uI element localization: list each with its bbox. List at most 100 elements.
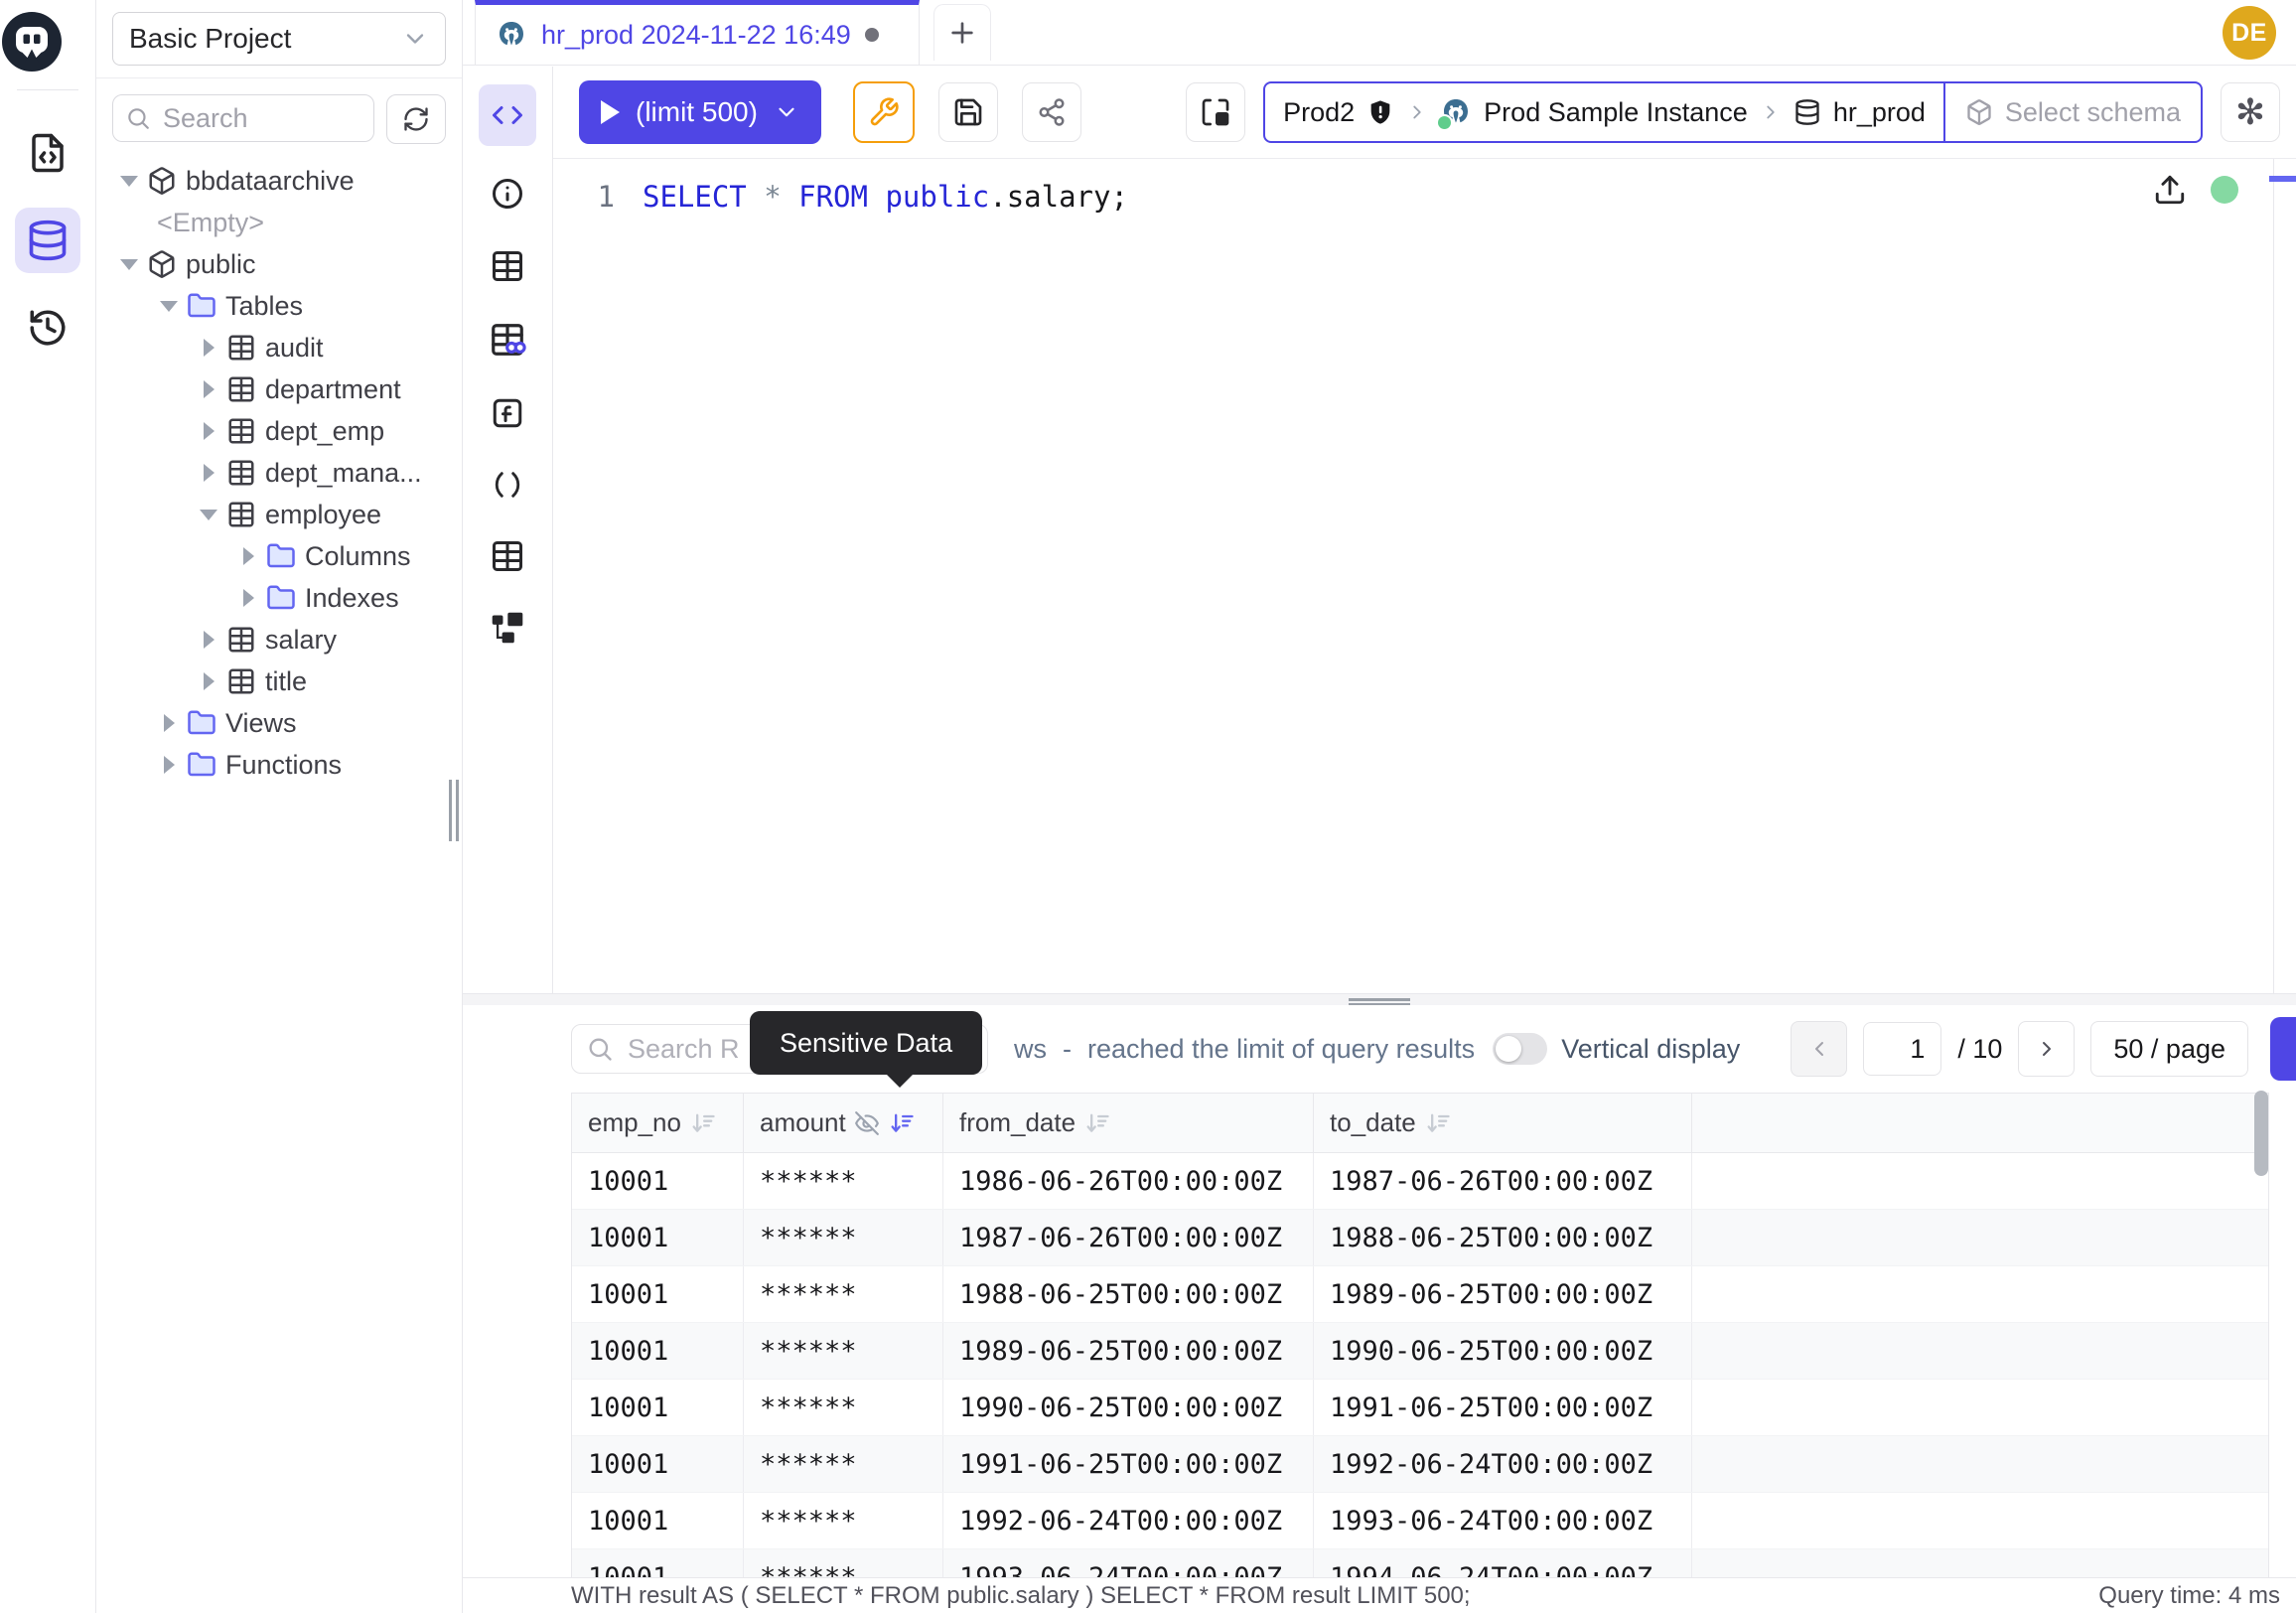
sort-icon[interactable]	[888, 1109, 916, 1137]
tree-item-employee[interactable]: employee	[96, 494, 462, 535]
select-schema-button[interactable]: Select schema	[1943, 83, 2201, 141]
expand-right-arrow[interactable]	[196, 422, 221, 440]
function-icon[interactable]	[490, 395, 525, 431]
table-cell: 10001	[572, 1493, 744, 1548]
admin-wrench-button[interactable]	[853, 81, 915, 143]
tree-item-dept-mana[interactable]: dept_mana...	[96, 452, 462, 494]
chevron-down-icon	[774, 99, 799, 125]
project-selector[interactable]: Basic Project	[112, 12, 446, 66]
tree-item-label: department	[265, 374, 401, 405]
column-header-from_date[interactable]: from_date	[943, 1094, 1314, 1152]
info-icon[interactable]	[490, 176, 525, 212]
ai-assistant-button[interactable]: ✻	[2221, 82, 2280, 142]
run-button-label: (limit 500)	[636, 96, 758, 128]
schema-diagram-icon[interactable]	[491, 611, 524, 645]
tree-item-dept-emp[interactable]: dept_emp	[96, 410, 462, 452]
sort-icon[interactable]	[1083, 1109, 1111, 1137]
table-row[interactable]: 10001******1993-06-24T00:00:00Z1994-06-2…	[572, 1549, 2268, 1577]
chevron-left-icon	[1807, 1037, 1831, 1061]
tree-item-indexes[interactable]: Indexes	[96, 577, 462, 619]
expand-right-arrow[interactable]	[196, 339, 221, 357]
table-icon[interactable]	[490, 248, 525, 284]
table-row[interactable]: 10001******1988-06-25T00:00:00Z1989-06-2…	[572, 1266, 2268, 1323]
user-avatar[interactable]: DE	[2223, 6, 2276, 60]
current-page-input[interactable]: 1	[1863, 1022, 1941, 1076]
tree-item-views[interactable]: Views	[96, 702, 462, 744]
tree-item-tables[interactable]: Tables	[96, 285, 462, 327]
vertical-display-toggle[interactable]	[1493, 1033, 1547, 1065]
tab-hr-prod[interactable]: hr_prod 2024-11-22 16:49	[475, 0, 920, 65]
table-row[interactable]: 10001******1987-06-26T00:00:00Z1988-06-2…	[572, 1210, 2268, 1266]
app-rail	[0, 0, 96, 1613]
worksheet-nav-button[interactable]	[15, 120, 80, 186]
code-view-button[interactable]	[479, 84, 536, 146]
sql-editor[interactable]: 1SELECT * FROM public.salary;	[553, 159, 2296, 993]
table-cell-filler	[1692, 1266, 2268, 1322]
editor-icon-strip	[463, 67, 553, 993]
expand-right-arrow[interactable]	[156, 714, 182, 732]
sort-icon[interactable]	[689, 1109, 717, 1137]
sensitive-data-tooltip: Sensitive Data	[750, 1011, 982, 1075]
column-header-amount[interactable]: amount	[744, 1094, 943, 1152]
upload-icon[interactable]	[2153, 173, 2187, 207]
share-sheet-button[interactable]	[1022, 82, 1081, 142]
tree-item-columns[interactable]: Columns	[96, 535, 462, 577]
table-cell: 1992-06-24T00:00:00Z	[943, 1493, 1314, 1548]
database-nav-button[interactable]	[15, 208, 80, 273]
expand-right-arrow[interactable]	[235, 547, 261, 565]
expand-right-arrow[interactable]	[196, 380, 221, 398]
sort-icon[interactable]	[1424, 1109, 1452, 1137]
expand-right-arrow[interactable]	[196, 631, 221, 649]
sql-token: .	[989, 180, 1006, 214]
expand-down-arrow[interactable]	[156, 301, 182, 312]
page-size-select[interactable]: 50 / page	[2090, 1021, 2248, 1077]
next-page-button[interactable]	[2018, 1021, 2075, 1077]
expand-right-arrow[interactable]	[235, 589, 261, 607]
editor-scrollbar[interactable]	[2273, 159, 2274, 993]
sidebar-search-placeholder: Search	[163, 103, 248, 134]
table-row[interactable]: 10001******1989-06-25T00:00:00Z1990-06-2…	[572, 1323, 2268, 1380]
table-row[interactable]: 10001******1991-06-25T00:00:00Z1992-06-2…	[572, 1436, 2268, 1493]
table-scrollbar-thumb[interactable]	[2254, 1091, 2268, 1176]
parentheses-icon[interactable]	[491, 468, 524, 502]
table-search-icon[interactable]	[489, 321, 526, 359]
expand-right-arrow[interactable]	[156, 756, 182, 774]
connection-target[interactable]: Prod2 Prod Sample Instance hr_prod	[1265, 83, 1943, 141]
expand-right-arrow[interactable]	[196, 672, 221, 690]
expand-down-arrow[interactable]	[116, 259, 142, 270]
refresh-schema-button[interactable]	[386, 94, 446, 144]
refresh-icon	[402, 105, 430, 133]
tree-item-bbdataarchive[interactable]: bbdataarchive	[96, 160, 462, 202]
search-icon	[586, 1035, 614, 1063]
history-nav-button[interactable]	[15, 295, 80, 361]
tree-item-title[interactable]: title	[96, 660, 462, 702]
export-button-partial[interactable]	[2270, 1017, 2296, 1081]
tree-item-audit[interactable]: audit	[96, 327, 462, 368]
batch-query-button[interactable]	[1186, 82, 1245, 142]
tree-item-label: Indexes	[305, 583, 399, 614]
column-header-to_date[interactable]: to_date	[1314, 1094, 1692, 1152]
expand-down-arrow[interactable]	[116, 176, 142, 187]
tree-item-public[interactable]: public	[96, 243, 462, 285]
table-row[interactable]: 10001******1992-06-24T00:00:00Z1993-06-2…	[572, 1493, 2268, 1549]
sidebar-resize-handle[interactable]	[449, 780, 459, 841]
expand-down-arrow[interactable]	[196, 510, 221, 520]
column-header-emp_no[interactable]: emp_no	[572, 1094, 744, 1152]
tree-item-department[interactable]: department	[96, 368, 462, 410]
prev-page-button[interactable]	[1791, 1021, 1847, 1077]
tree-item-functions[interactable]: Functions	[96, 744, 462, 786]
expand-right-arrow[interactable]	[196, 464, 221, 482]
panel-resize-divider[interactable]	[463, 993, 2296, 1005]
new-tab-button[interactable]	[933, 4, 991, 61]
table-icon-2[interactable]	[490, 538, 525, 574]
save-sheet-button[interactable]	[938, 82, 998, 142]
chevron-right-icon	[2035, 1037, 2059, 1061]
sidebar-search-input[interactable]: Search	[112, 94, 374, 142]
tree-item-salary[interactable]: salary	[96, 619, 462, 660]
column-label: from_date	[959, 1107, 1076, 1138]
run-query-button[interactable]: (limit 500)	[579, 80, 821, 144]
tree-item-empty[interactable]: <Empty>	[96, 202, 462, 243]
table-row[interactable]: 10001******1990-06-25T00:00:00Z1991-06-2…	[572, 1380, 2268, 1436]
table-cell: ******	[744, 1493, 943, 1548]
table-row[interactable]: 10001******1986-06-26T00:00:00Z1987-06-2…	[572, 1153, 2268, 1210]
